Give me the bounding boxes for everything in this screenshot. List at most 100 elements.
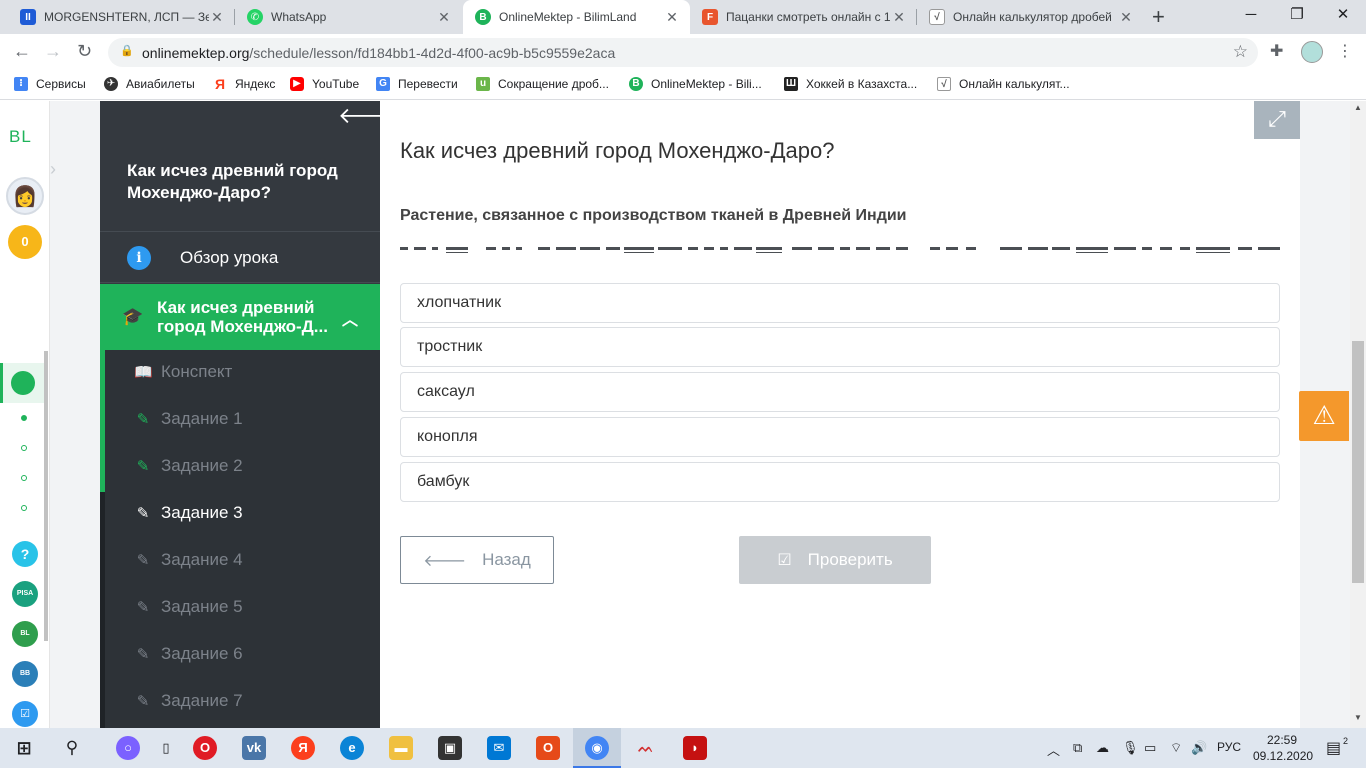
onlinemektep-nav-icon[interactable] <box>0 363 44 403</box>
nav-dot-icon[interactable] <box>21 415 27 421</box>
overview-item[interactable]: i Обзор урока <box>100 231 380 283</box>
expand-chevron-icon[interactable]: › <box>50 159 74 183</box>
extensions-icon[interactable]: ✚ <box>1270 41 1283 61</box>
bookmark-services[interactable]: ⁝ Сервисы <box>14 77 86 91</box>
among-us-icon[interactable]: ◗ <box>683 736 707 760</box>
tab-title: Пацанки смотреть онлайн с 1 <box>726 10 891 24</box>
close-icon[interactable]: ✕ <box>664 9 680 26</box>
check-button-label: Проверить <box>807 550 893 569</box>
bookmark-star-icon[interactable]: ☆ <box>1233 42 1248 62</box>
bookmark-calculator[interactable]: √ Онлайн калькулят... <box>937 77 1070 91</box>
battery-icon[interactable]: ▭ <box>1144 740 1156 756</box>
app-icon[interactable]: ᨓ <box>634 736 658 760</box>
close-icon[interactable]: ✕ <box>1118 9 1134 26</box>
minimize-icon[interactable]: ─ <box>1228 0 1274 30</box>
clock[interactable]: 22:59 09.12.2020 <box>1253 732 1313 764</box>
profile-avatar[interactable] <box>1301 41 1323 63</box>
sidebar-item-task-3[interactable]: ✎ Задание 3 <box>134 503 243 523</box>
nav-dot-icon[interactable] <box>21 445 27 451</box>
bookmark-aviabilety[interactable]: ✈ Авиабилеты <box>104 77 195 91</box>
yandex-browser-icon[interactable]: Я <box>291 736 315 760</box>
task-view-icon[interactable]: ▯ <box>154 736 178 760</box>
tab-calculator[interactable]: √ Онлайн калькулятор дробей ✕ <box>917 0 1144 34</box>
office-icon[interactable]: O <box>536 736 560 760</box>
clock-time: 22:59 <box>1266 733 1298 747</box>
cortana-icon[interactable]: ○ <box>116 736 140 760</box>
address-bar[interactable]: 🔒 onlinemektep.org/schedule/lesson/fd184… <box>108 38 1258 67</box>
scroll-down-icon[interactable]: ▼ <box>1354 713 1362 722</box>
new-tab-icon[interactable]: + <box>1152 4 1165 30</box>
answer-option-1[interactable]: хлопчатник <box>400 283 1280 323</box>
menu-dots-icon[interactable]: ⋮ <box>1337 41 1353 61</box>
leftbar-scrollbar[interactable] <box>44 351 48 641</box>
bilimbook-icon[interactable]: BB <box>12 661 38 687</box>
answer-option-5[interactable]: бамбук <box>400 462 1280 502</box>
close-icon[interactable]: ✕ <box>891 9 907 26</box>
chevron-up-icon[interactable]: ︿ <box>342 306 358 330</box>
bookmark-hockey[interactable]: Ш Хоккей в Казахста... <box>784 77 917 91</box>
translate-icon: G <box>376 77 390 91</box>
opera-icon[interactable]: O <box>193 736 217 760</box>
show-hidden-icons-icon[interactable]: ︿ <box>1047 740 1060 759</box>
fullscreen-icon[interactable]: ⤢ <box>1254 101 1300 139</box>
close-icon[interactable]: ✕ <box>209 9 225 26</box>
forward-arrow-icon[interactable]: → <box>44 41 62 62</box>
bilimland-logo[interactable]: BL <box>9 127 32 147</box>
scrollbar-thumb[interactable] <box>1352 341 1364 583</box>
back-arrow-icon[interactable]: ← <box>13 41 31 62</box>
reload-icon[interactable]: ↻ <box>77 41 92 62</box>
coin-counter[interactable]: 0 <box>8 225 42 259</box>
help-icon[interactable]: ? <box>12 541 38 567</box>
tab-onlinemektep[interactable]: B OnlineMektep - BilimLand ✕ <box>463 0 690 34</box>
language-indicator[interactable]: РУС <box>1217 740 1241 754</box>
store-icon[interactable]: ▣ <box>438 736 462 760</box>
volume-icon[interactable]: 🔊 <box>1191 740 1207 756</box>
sidebar-item-konspekt[interactable]: 📖 Конспект <box>134 362 232 382</box>
check-button[interactable]: ☑ Проверить <box>739 536 931 584</box>
sidebar-item-task-5[interactable]: ✎ Задание 5 <box>134 597 243 617</box>
bookmark-youtube[interactable]: ▶ YouTube <box>290 77 359 91</box>
page-scrollbar[interactable]: ▲ ▼ <box>1350 101 1366 728</box>
bookmark-onlinemektep[interactable]: B OnlineMektep - Bili... <box>629 77 762 91</box>
lesson-section[interactable]: 🎓 Как исчез древний город Мохенджо-Д... … <box>100 284 380 350</box>
onedrive-icon[interactable]: ☁ <box>1096 740 1109 756</box>
tray-app-icon[interactable]: ⧉ <box>1073 740 1082 756</box>
notifications-icon[interactable]: ▤ <box>1326 738 1341 758</box>
file-explorer-icon[interactable]: ▬ <box>389 736 413 760</box>
close-window-icon[interactable]: ✕ <box>1320 0 1366 30</box>
answer-option-3[interactable]: саксаул <box>400 372 1280 412</box>
windows-start-icon[interactable]: ⊞ <box>12 736 36 760</box>
microphone-icon[interactable]: 🎙 <box>1122 740 1139 756</box>
pisa-icon[interactable]: PISA <box>12 581 38 607</box>
avatar[interactable]: 👩 <box>6 177 44 215</box>
wifi-icon[interactable]: ⌔ <box>1170 740 1182 756</box>
bookmark-translate[interactable]: G Перевести <box>376 77 458 91</box>
chrome-icon[interactable]: ◉ <box>585 736 609 760</box>
sidebar-item-task-6[interactable]: ✎ Задание 6 <box>134 644 243 664</box>
vk-icon[interactable]: vk <box>242 736 266 760</box>
nav-dot-icon[interactable] <box>21 475 27 481</box>
tab-patsanki[interactable]: F Пацанки смотреть онлайн с 1 ✕ <box>690 0 917 34</box>
bookmark-fraction[interactable]: u Сокращение дроб... <box>476 77 609 91</box>
info-icon: i <box>127 246 151 270</box>
tasks-icon[interactable]: ☑ <box>12 701 38 727</box>
nav-dot-icon[interactable] <box>21 505 27 511</box>
sidebar-item-task-2[interactable]: ✎ Задание 2 <box>134 456 243 476</box>
tab-whatsapp[interactable]: ✆ WhatsApp ✕ <box>235 0 462 34</box>
sidebar-item-task-1[interactable]: ✎ Задание 1 <box>134 409 243 429</box>
sidebar-item-task-4[interactable]: ✎ Задание 4 <box>134 550 243 570</box>
mail-icon[interactable]: ✉ <box>487 736 511 760</box>
bookmark-yandex[interactable]: Я Яндекс <box>213 77 275 91</box>
bilimland-icon[interactable]: BL <box>12 621 38 647</box>
answer-option-4[interactable]: конопля <box>400 417 1280 457</box>
close-icon[interactable]: ✕ <box>436 9 452 26</box>
restore-icon[interactable]: ❐ <box>1274 0 1320 30</box>
scroll-up-icon[interactable]: ▲ <box>1354 103 1362 112</box>
tab-morgenshtern[interactable]: II MORGENSHTERN, ЛСП — Зел ✕ <box>8 0 235 34</box>
edge-icon[interactable]: e <box>340 736 364 760</box>
answer-option-2[interactable]: тростник <box>400 327 1280 367</box>
search-icon[interactable]: ⚲ <box>60 736 84 760</box>
back-button[interactable]: 🡐 Назад <box>400 536 554 584</box>
sidebar-item-task-7[interactable]: ✎ Задание 7 <box>134 691 243 711</box>
report-warning-icon[interactable]: ⚠ <box>1299 391 1349 441</box>
